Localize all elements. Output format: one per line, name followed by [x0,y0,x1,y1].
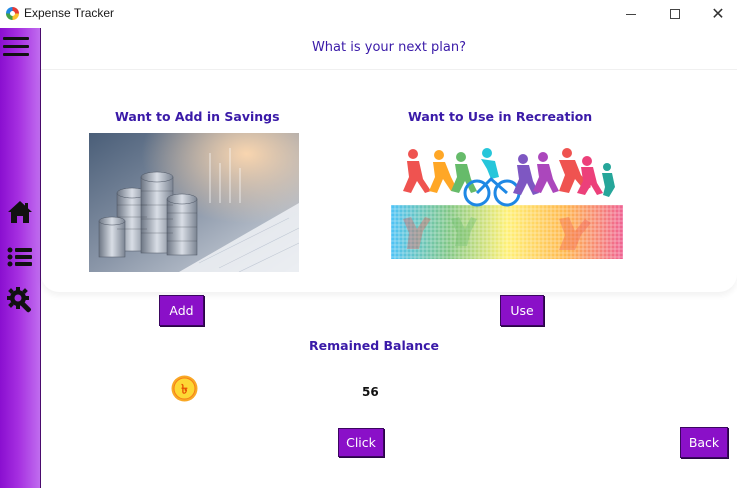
taka-coin-icon: ৳ [171,375,198,402]
use-button[interactable]: Use [500,295,544,326]
window-title: Expense Tracker [24,6,115,20]
home-icon[interactable] [6,198,34,226]
savings-title: Want to Add in Savings [115,109,280,124]
page-question: What is your next plan? [311,40,467,55]
minimize-icon [626,13,636,15]
window-titlebar: Expense Tracker ✕ [0,0,737,28]
recreation-silhouettes-image [391,148,623,259]
recreation-title: Want to Use in Recreation [408,109,593,124]
balance-value: 56 [362,385,379,399]
sidebar [0,28,41,488]
click-button[interactable]: Click [338,428,384,457]
add-button[interactable]: Add [159,295,204,326]
svg-text:৳: ৳ [181,383,188,398]
minimize-button[interactable] [608,0,654,28]
settings-wrench-icon[interactable] [6,286,34,314]
back-button[interactable]: Back [680,427,728,458]
savings-coins-image [89,133,299,272]
options-card: Want to Add in Savings Want to Use in Re… [41,70,737,292]
close-button[interactable]: ✕ [695,0,737,28]
list-icon[interactable] [6,243,34,271]
maximize-icon [670,9,680,19]
remained-balance-label: Remained Balance [309,338,439,353]
close-icon: ✕ [711,4,725,23]
hamburger-menu-icon[interactable] [3,37,29,57]
page-header: What is your next plan? [41,28,737,70]
maximize-button[interactable] [652,0,698,28]
app-icon [6,7,19,20]
